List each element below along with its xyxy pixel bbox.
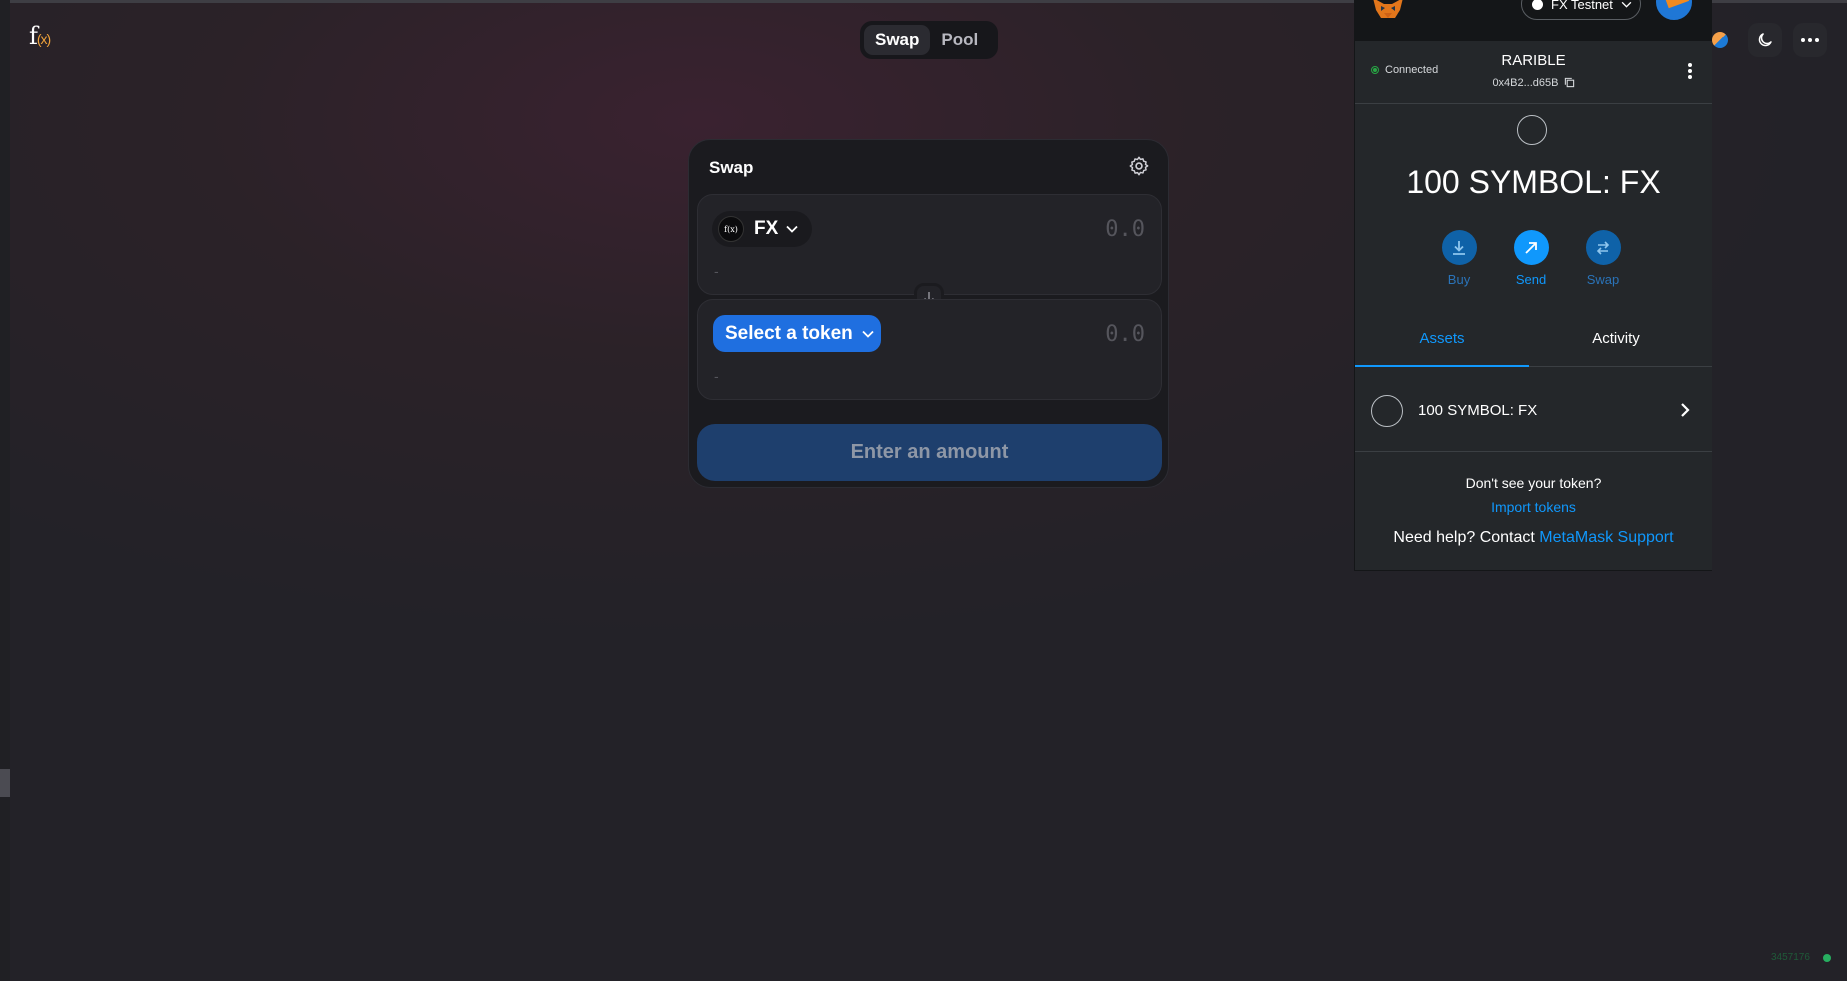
active-tab-indicator [1355, 365, 1529, 367]
swap-card: Swap f(x) FX 0.0 - Select a token 0.0 - … [688, 139, 1169, 488]
tab-swap[interactable]: Swap [864, 25, 931, 55]
moon-icon [1758, 33, 1772, 47]
select-token-label: Select a token [725, 322, 853, 344]
settings-gear-icon[interactable] [1128, 155, 1150, 177]
network-dot-icon [1532, 0, 1543, 10]
account-orb-icon[interactable] [1712, 32, 1728, 48]
metamask-support-link[interactable]: MetaMask Support [1539, 529, 1673, 546]
buy-label: Buy [1447, 272, 1471, 287]
token-logo-placeholder [1517, 115, 1547, 145]
to-input-box: Select a token 0.0 - [697, 299, 1162, 400]
account-avatar[interactable] [1656, 0, 1692, 20]
nav-tabs: Swap Pool [860, 21, 998, 59]
block-number: 3457176 [1771, 952, 1810, 963]
account-address[interactable]: 0x4B2...d65B [1355, 77, 1712, 89]
chevron-right-icon [1681, 403, 1690, 417]
tab-pool[interactable]: Pool [930, 25, 989, 55]
asset-list-item[interactable]: 100 SYMBOL: FX [1355, 385, 1712, 451]
asset-logo-placeholder [1371, 395, 1403, 427]
logo-sub: (x) [36, 31, 51, 47]
metamask-popup: FX Testnet Connected RARIBLE 0x4B2...d65… [1354, 0, 1712, 571]
metamask-header: FX Testnet [1355, 0, 1712, 41]
buy-button[interactable] [1441, 230, 1477, 265]
network-label: FX Testnet [1551, 0, 1613, 12]
import-tokens-link[interactable]: Import tokens [1355, 499, 1712, 515]
swap-label: Swap [1586, 272, 1620, 287]
from-amount-input[interactable]: 0.0 [1105, 217, 1145, 242]
theme-toggle-button[interactable] [1748, 23, 1782, 57]
account-name: RARIBLE [1501, 52, 1566, 69]
address-text: 0x4B2...d65B [1492, 77, 1559, 89]
swap-action[interactable]: Swap [1573, 230, 1633, 287]
copy-icon [1564, 77, 1574, 88]
left-edge-strip [0, 0, 10, 981]
to-amount-input[interactable]: 0.0 [1105, 322, 1145, 347]
send-button[interactable] [1513, 230, 1549, 265]
chevron-down-icon [862, 330, 874, 338]
tab-activity[interactable]: Activity [1529, 330, 1703, 347]
send-arrow-icon [1525, 241, 1537, 254]
from-token-selector[interactable]: f(x) FX [712, 211, 812, 247]
chevron-down-icon [786, 225, 798, 233]
left-scroll-marker [0, 769, 10, 797]
more-menu-button[interactable] [1793, 23, 1827, 57]
download-icon [1453, 240, 1465, 255]
logo-main: f [29, 22, 38, 50]
swap-title: Swap [709, 158, 754, 177]
send-action[interactable]: Send [1501, 230, 1561, 287]
help-prefix: Need help? Contact [1393, 529, 1535, 546]
from-input-box: f(x) FX 0.0 - [697, 194, 1162, 295]
from-usd-value: - [714, 263, 719, 279]
select-token-button[interactable]: Select a token [713, 315, 881, 352]
send-label: Send [1515, 272, 1547, 287]
balance-display: 100 SYMBOL: FX [1406, 164, 1661, 200]
network-selector[interactable]: FX Testnet [1521, 0, 1641, 20]
to-usd-value: - [714, 368, 719, 384]
dont-see-token-text: Don't see your token? [1465, 475, 1602, 491]
enter-amount-button[interactable]: Enter an amount [697, 424, 1162, 481]
swap-arrows-icon [1596, 240, 1610, 255]
asset-divider [1355, 451, 1712, 452]
fx-token-icon: f(x) [718, 216, 744, 242]
chevron-down-icon [1621, 1, 1632, 8]
tab-assets[interactable]: Assets [1355, 330, 1529, 347]
header-divider [1355, 103, 1712, 104]
metamask-fox-icon [1373, 0, 1403, 18]
swap-button[interactable] [1585, 230, 1621, 265]
buy-action[interactable]: Buy [1429, 230, 1489, 287]
sync-status-dot-icon [1823, 954, 1831, 962]
asset-label: 100 SYMBOL: FX [1418, 402, 1538, 419]
account-options-icon[interactable] [1687, 62, 1693, 80]
from-token-label: FX [754, 218, 779, 239]
app-logo[interactable]: f(x) [29, 22, 51, 50]
need-help-text: Need help? Contact MetaMask Support [1355, 529, 1712, 547]
more-dots-icon [1801, 38, 1819, 42]
